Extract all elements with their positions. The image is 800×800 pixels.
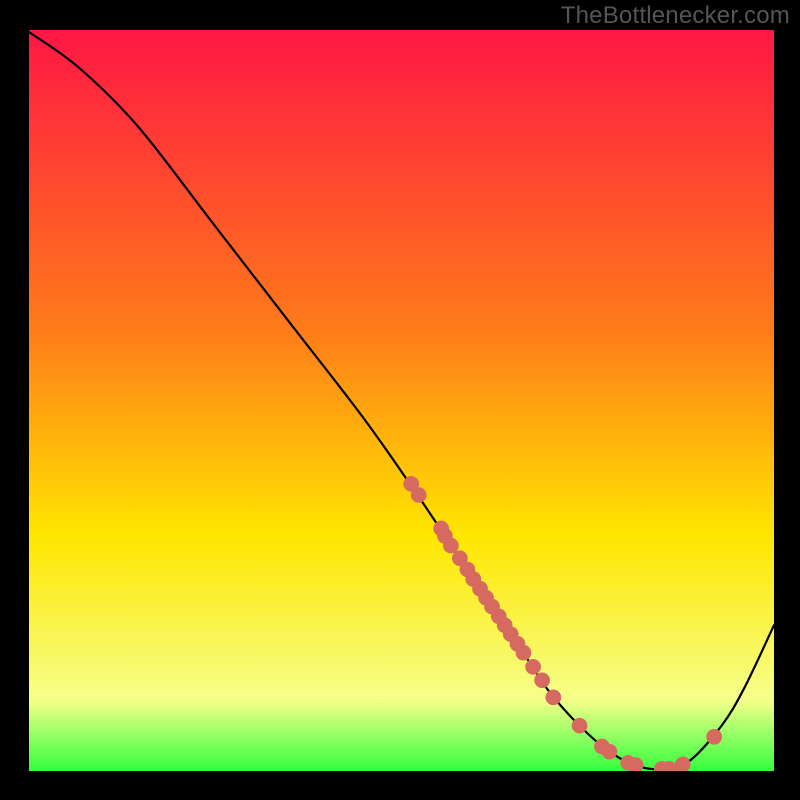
chart-dot [675, 757, 691, 773]
chart-dot [534, 672, 550, 688]
page-root: TheBottlenecker.com [0, 0, 800, 800]
chart-dot [545, 690, 561, 706]
chart-plot-area [26, 30, 774, 774]
watermark-text: TheBottlenecker.com [561, 2, 790, 30]
chart-dot [516, 645, 532, 661]
chart-dot [706, 729, 722, 745]
chart-dot [411, 487, 427, 503]
chart-dot [628, 757, 644, 773]
chart-dot [525, 659, 541, 675]
chart-curve-layer [26, 30, 774, 774]
chart-dot [443, 538, 459, 554]
chart-dot [572, 718, 588, 734]
chart-dots-group [403, 476, 722, 774]
chart-curve [26, 30, 774, 769]
chart-dot [602, 744, 618, 760]
